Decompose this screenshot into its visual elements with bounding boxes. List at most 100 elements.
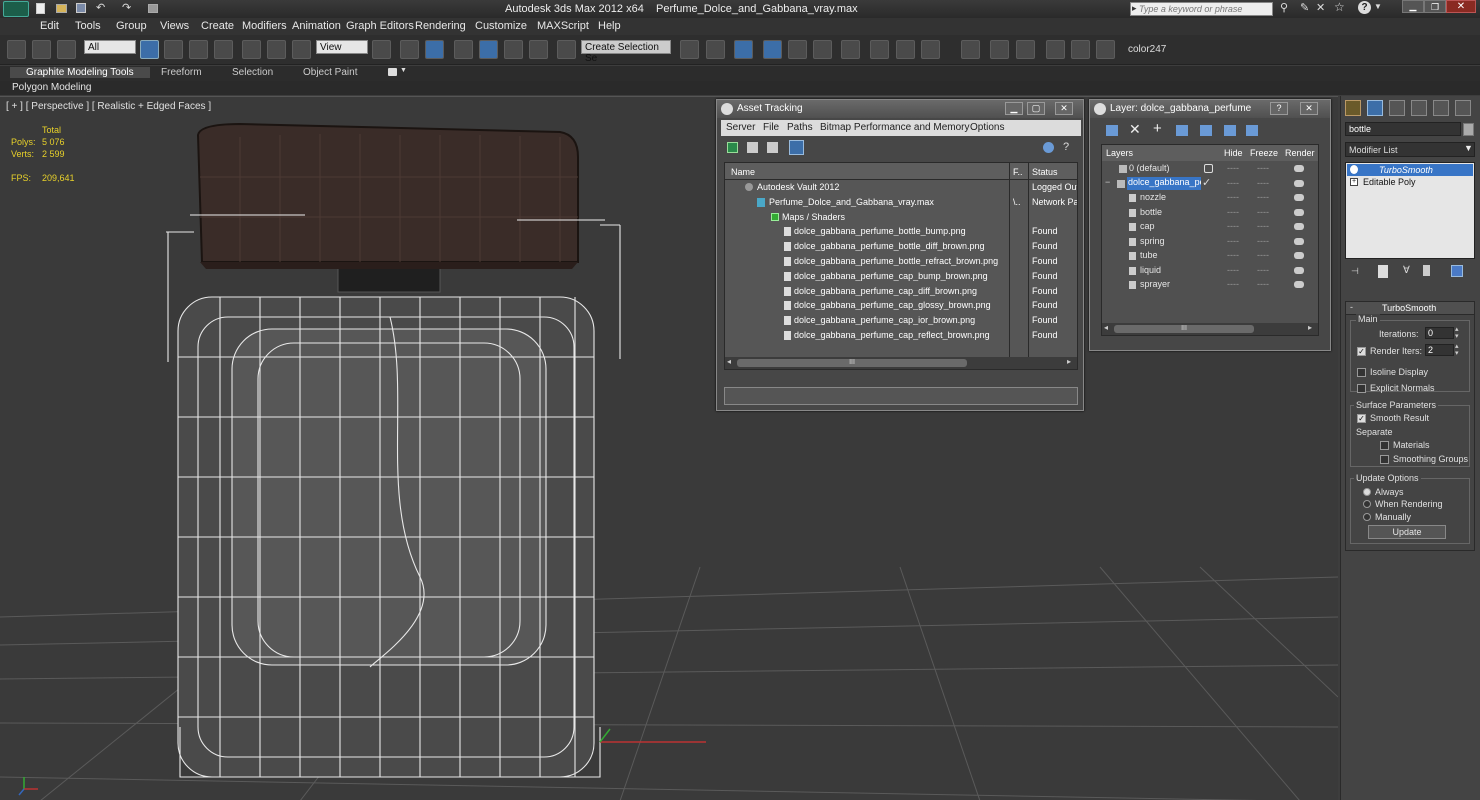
object-hide-toggle[interactable]: ---- xyxy=(1227,207,1239,217)
explicit-normals-checkbox[interactable] xyxy=(1357,384,1366,393)
asset-menu-server[interactable]: Server xyxy=(726,122,755,133)
col-status-header[interactable]: Status xyxy=(1032,167,1058,177)
scroll-left-arrow-icon[interactable]: ◂ xyxy=(1104,323,1108,332)
angle-snap-icon[interactable] xyxy=(479,40,498,59)
scroll-left-arrow-icon[interactable]: ◂ xyxy=(727,357,731,366)
menu-edit[interactable]: Edit xyxy=(40,20,59,32)
open-file-icon[interactable] xyxy=(56,4,67,13)
select-in-layer-icon[interactable] xyxy=(1176,125,1188,136)
reference-coordinate-dropdown[interactable]: View xyxy=(316,40,368,54)
table-row[interactable]: dolce_gabbana_perfume_cap_bump_brown.png… xyxy=(725,270,1077,285)
teapot-icon[interactable] xyxy=(1294,194,1304,201)
layer-hide-toggle[interactable]: ---- xyxy=(1227,178,1239,188)
help-icon[interactable]: ? xyxy=(1358,1,1371,14)
list-item[interactable]: tube ---- ---- xyxy=(1102,249,1318,264)
menu-create[interactable]: Create xyxy=(201,20,234,32)
close-button[interactable]: ✕ xyxy=(1446,0,1476,13)
teapot-icon[interactable] xyxy=(1294,281,1304,288)
table-row[interactable]: dolce_gabbana_perfume_bottle_bump.png Fo… xyxy=(725,225,1077,240)
percent-snap-icon[interactable] xyxy=(504,40,523,59)
scroll-right-arrow-icon[interactable]: ▸ xyxy=(1067,357,1071,366)
redo-icon[interactable]: ↷ xyxy=(122,1,131,14)
scroll-thumb[interactable]: III xyxy=(1114,325,1254,333)
spinner-arrows-icon[interactable]: ▴ ▾ xyxy=(1455,326,1459,340)
list-item[interactable]: 0 (default) ---- ---- xyxy=(1102,162,1318,177)
object-hide-toggle[interactable]: ---- xyxy=(1227,221,1239,231)
layer-help-button[interactable]: ? xyxy=(1270,102,1288,115)
layer-freeze-toggle[interactable]: ---- xyxy=(1257,178,1269,188)
menu-modifiers[interactable]: Modifiers xyxy=(242,20,287,32)
list-item[interactable]: bottle ---- ---- xyxy=(1102,206,1318,221)
rollout-collapse-icon[interactable]: - xyxy=(1350,302,1353,312)
help-dropdown-icon[interactable]: ▼ xyxy=(1374,2,1382,11)
update-manually-radio[interactable] xyxy=(1363,513,1371,521)
layer-freeze-toggle[interactable]: ---- xyxy=(1257,163,1269,173)
mirror-icon[interactable] xyxy=(680,40,699,59)
list-item[interactable]: cap ---- ---- xyxy=(1102,220,1318,235)
unlink-selection-icon[interactable] xyxy=(32,40,51,59)
keyboard-shortcut-override-icon[interactable] xyxy=(425,40,444,59)
table-row[interactable]: dolce_gabbana_perfume_cap_reflect_brown.… xyxy=(725,329,1077,344)
update-when-rendering-radio[interactable] xyxy=(1363,500,1371,508)
asset-menu-bitmap-performance[interactable]: Bitmap Performance and Memory xyxy=(820,122,970,133)
list-item[interactable]: spring ---- ---- xyxy=(1102,235,1318,250)
menu-group[interactable]: Group xyxy=(116,20,147,32)
layer-close-button[interactable]: ✕ xyxy=(1300,102,1318,115)
delete-layer-icon[interactable]: ✕ xyxy=(1129,121,1141,138)
teapot-icon[interactable] xyxy=(1294,252,1304,259)
list-item[interactable]: − dolce_gabbana_pe ✓ ---- ---- xyxy=(1102,176,1318,192)
menu-animation[interactable]: Animation xyxy=(292,20,341,32)
spinner-snap-icon[interactable] xyxy=(529,40,548,59)
select-by-name-icon[interactable] xyxy=(164,40,183,59)
isoline-display-checkbox[interactable] xyxy=(1357,368,1366,377)
highlight-selected-icon[interactable] xyxy=(1200,125,1212,136)
stack-item-editable-poly[interactable]: + Editable Poly xyxy=(1347,177,1473,189)
freeze-all-layers-icon[interactable] xyxy=(1246,125,1258,136)
menu-customize[interactable]: Customize xyxy=(475,20,527,32)
undo-icon[interactable]: ↶ xyxy=(96,1,105,14)
tab-selection[interactable]: Selection xyxy=(232,67,273,78)
col-f-header[interactable]: F.. xyxy=(1013,167,1023,177)
modify-tab-icon[interactable] xyxy=(1367,100,1383,116)
display-tab-icon[interactable] xyxy=(1433,100,1449,116)
table-row[interactable]: dolce_gabbana_perfume_cap_glossy_brown.p… xyxy=(725,299,1077,314)
vray-sphere-icon[interactable] xyxy=(1096,40,1115,59)
schematic-view-icon[interactable] xyxy=(813,40,832,59)
pin-stack-icon[interactable]: ⊣ xyxy=(1351,266,1359,277)
graphite-toggle-icon[interactable] xyxy=(763,40,782,59)
save-file-icon[interactable] xyxy=(76,3,86,13)
snaps-toggle-icon[interactable] xyxy=(454,40,473,59)
select-and-scale-icon[interactable] xyxy=(292,40,311,59)
table-row[interactable]: dolce_gabbana_perfume_bottle_refract_bro… xyxy=(725,255,1077,270)
subscription-icon[interactable]: ✎ xyxy=(1300,1,1309,14)
menu-graph-editors[interactable]: Graph Editors xyxy=(346,20,414,32)
teapot-icon[interactable] xyxy=(1294,208,1304,216)
show-end-result-icon[interactable] xyxy=(1378,265,1388,278)
list-item[interactable]: nozzle ---- ---- xyxy=(1102,191,1318,206)
stack-item-turbosmooth[interactable]: TurboSmooth xyxy=(1347,164,1473,176)
vray-light-icon[interactable] xyxy=(1016,40,1035,59)
create-layer-icon[interactable] xyxy=(1106,125,1118,136)
edit-named-selection-icon[interactable] xyxy=(557,40,576,59)
expand-plus-icon[interactable]: + xyxy=(1350,178,1358,186)
render-production-icon[interactable] xyxy=(921,40,940,59)
search-box[interactable]: ▸ Type a keyword or phrase xyxy=(1130,2,1273,16)
object-color-swatch[interactable] xyxy=(1463,123,1474,136)
rendered-frame-window-icon[interactable] xyxy=(896,40,915,59)
asset-horizontal-scrollbar[interactable]: ◂ III ▸ xyxy=(725,357,1077,369)
list-item[interactable]: sprayer ---- ---- xyxy=(1102,278,1318,293)
col-name-header[interactable]: Name xyxy=(731,167,755,177)
asset-tracking-window[interactable]: Asset Tracking ▁ ▢ ✕ Server File Paths B… xyxy=(716,99,1084,411)
collapse-icon[interactable]: − xyxy=(1105,177,1110,187)
teapot-icon[interactable] xyxy=(1294,179,1304,187)
teapot-icon[interactable] xyxy=(1294,266,1304,274)
thumbnail-view-icon[interactable] xyxy=(767,142,778,153)
list-view-icon[interactable] xyxy=(747,142,758,153)
use-pivot-center-icon[interactable] xyxy=(372,40,391,59)
object-name-field[interactable]: bottle xyxy=(1345,122,1461,136)
asset-path-field[interactable] xyxy=(724,387,1078,405)
asset-menu-paths[interactable]: Paths xyxy=(787,122,813,133)
ribbon-options-dropdown-icon[interactable]: ▼ xyxy=(400,67,407,74)
tab-object-paint[interactable]: Object Paint xyxy=(303,67,357,78)
render-setup-icon[interactable] xyxy=(870,40,889,59)
